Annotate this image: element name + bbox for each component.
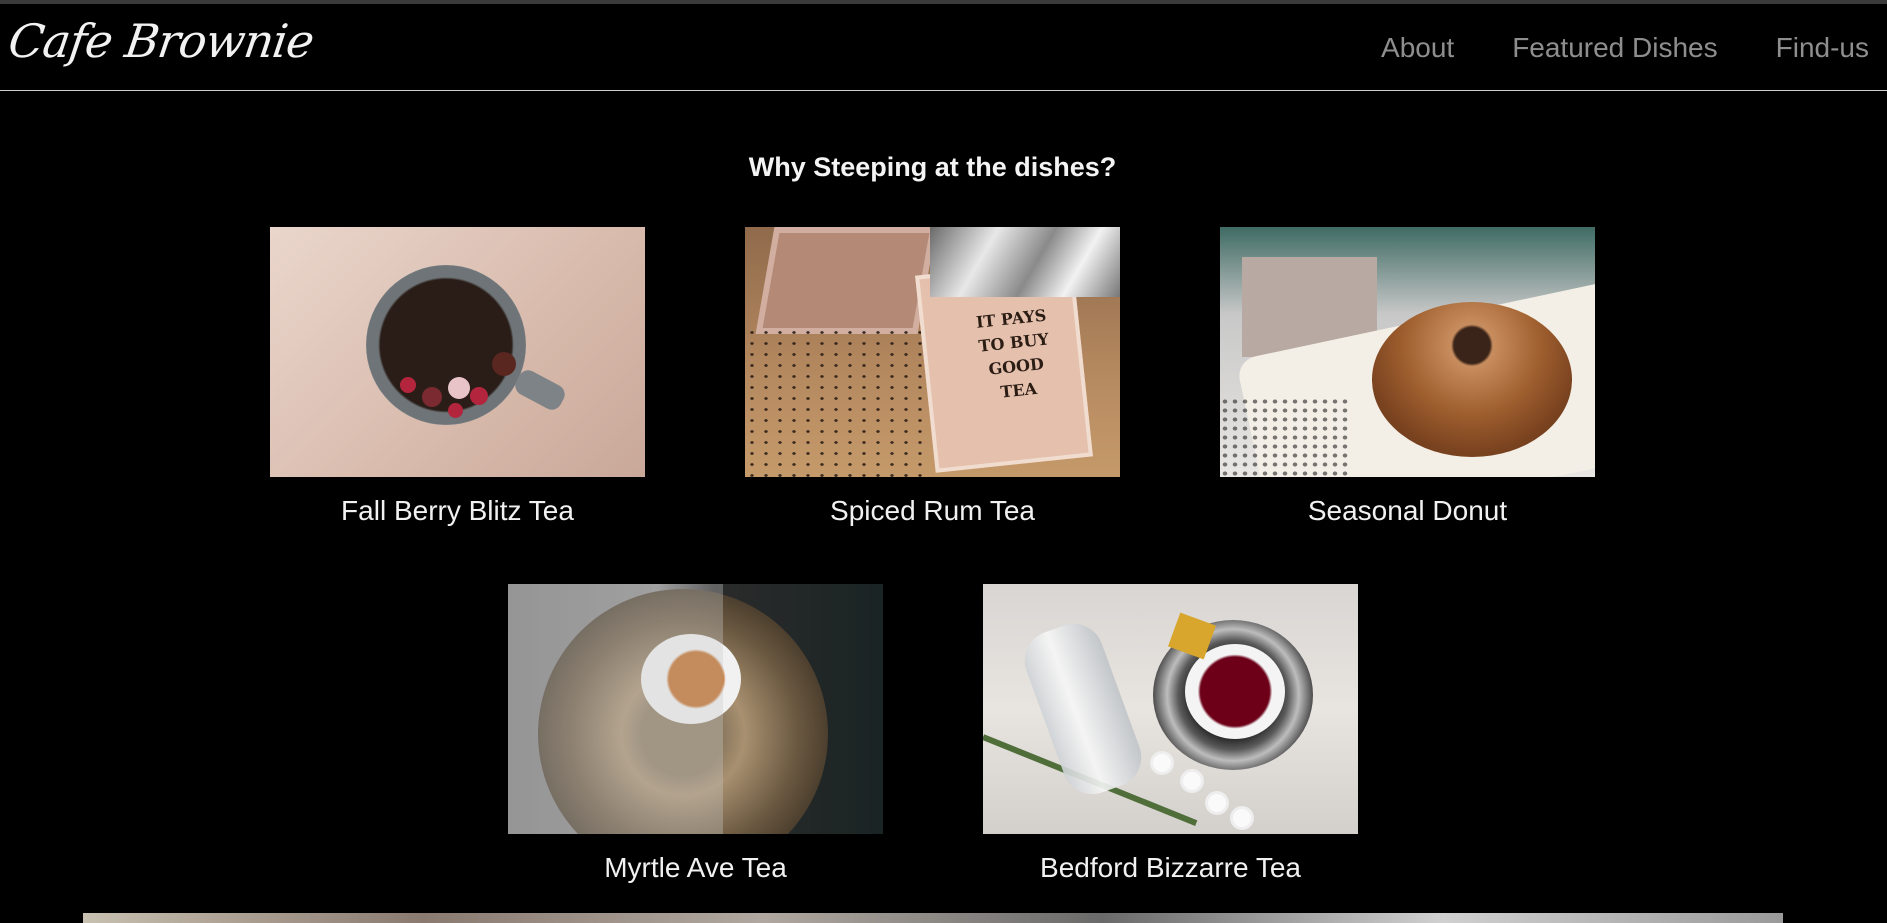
dish-caption: Seasonal Donut bbox=[1307, 495, 1508, 526]
dish-card-seasonal-donut[interactable]: Seasonal Donut bbox=[1220, 227, 1595, 527]
tea-cup-on-tray-photo[interactable] bbox=[508, 584, 883, 834]
dish-caption: Bedford Bizzarre Tea bbox=[1040, 852, 1301, 883]
nav-link-find-us[interactable]: Find-us bbox=[1776, 32, 1869, 64]
nav-link-featured-dishes[interactable]: Featured Dishes bbox=[1512, 32, 1717, 64]
dish-caption: Myrtle Ave Tea bbox=[604, 852, 787, 883]
red-tea-cup-photo[interactable] bbox=[983, 584, 1358, 834]
dish-card-myrtle-ave-tea[interactable]: Myrtle Ave Tea bbox=[508, 584, 883, 884]
brand-logo[interactable]: Cafe Brownie bbox=[5, 14, 317, 68]
footer-banner-image bbox=[83, 913, 1783, 923]
tea-box-label: IT PAYS TO BUY GOOD TEA bbox=[975, 305, 1050, 402]
berry-tea-mug-photo[interactable] bbox=[270, 227, 645, 477]
nav-link-about[interactable]: About bbox=[1381, 32, 1454, 64]
dish-card-fall-berry-blitz-tea[interactable]: Fall Berry Blitz Tea bbox=[270, 227, 645, 527]
dish-card-spiced-rum-tea[interactable]: IT PAYS TO BUY GOOD TEA Spiced Rum Tea bbox=[745, 227, 1120, 527]
section-heading: Why Steeping at the dishes? bbox=[748, 152, 1117, 183]
dish-caption: Spiced Rum Tea bbox=[830, 495, 1035, 526]
dish-card-bedford-bizzarre-tea[interactable]: Bedford Bizzarre Tea bbox=[983, 584, 1358, 884]
navbar: Cafe Brownie About Featured Dishes Find-… bbox=[0, 4, 1887, 91]
donut-photo[interactable] bbox=[1220, 227, 1595, 477]
dish-caption: Fall Berry Blitz Tea bbox=[341, 495, 574, 526]
main-nav: About Featured Dishes Find-us bbox=[1381, 32, 1869, 64]
tea-box-photo[interactable]: IT PAYS TO BUY GOOD TEA bbox=[745, 227, 1120, 477]
